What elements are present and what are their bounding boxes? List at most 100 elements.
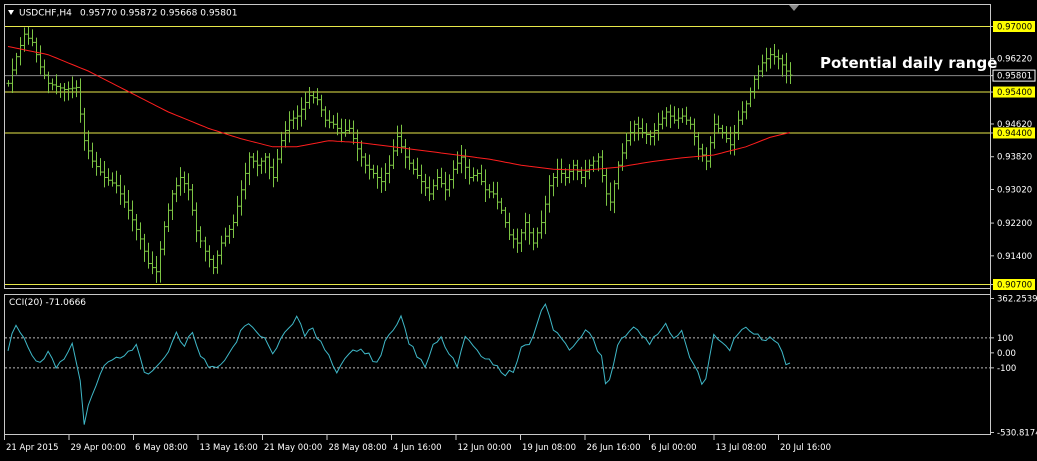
price-bar [563, 168, 568, 186]
price-bar [34, 37, 39, 63]
price-bar [219, 235, 224, 265]
price-bar [275, 148, 280, 182]
chart-window: 0.97000 0.96220 0.95801 0.95400 0.94620 0.944… [0, 0, 1037, 457]
price-bar [724, 126, 729, 143]
price-bar [784, 52, 789, 84]
price-bar [431, 179, 436, 200]
price-bar [708, 136, 713, 168]
price-bar [307, 86, 312, 109]
price-bar [668, 104, 673, 129]
price-bar [70, 76, 75, 99]
price-bar [267, 153, 272, 180]
price-bar [579, 166, 584, 184]
price-bar [130, 200, 135, 232]
price-bar [644, 123, 649, 145]
time-tick-label: 6 Jul 00:00 [651, 443, 697, 453]
price-bar [255, 150, 260, 177]
price-bar [616, 161, 621, 190]
price-bar [403, 138, 408, 169]
price-bar [423, 173, 428, 197]
price-bar [535, 227, 540, 248]
price-bar [319, 94, 324, 118]
price-bar [6, 80, 11, 87]
price-bar [740, 101, 745, 125]
price-bar [283, 121, 288, 148]
price-bar [407, 147, 412, 170]
cci-pane-frame [4, 294, 991, 435]
price-bar [263, 152, 268, 174]
scroll-marker-icon[interactable] [789, 5, 799, 11]
price-bar [134, 213, 139, 241]
price-bar [447, 174, 452, 197]
price-bar [499, 197, 504, 214]
price-bar [182, 171, 187, 193]
price-bar [439, 167, 444, 188]
price-bar [126, 189, 131, 220]
price-tick-label: 0.95801 [997, 72, 1032, 82]
price-bar [303, 91, 308, 120]
price-bar [680, 108, 685, 123]
price-bar [194, 202, 199, 243]
price-bar [86, 130, 91, 160]
price-bar [331, 115, 336, 129]
price-bar [555, 158, 560, 187]
ohlc-values: 0.95770 0.95872 0.95668 0.95801 [80, 9, 237, 19]
price-bar [355, 129, 360, 162]
price-bar [780, 54, 785, 77]
price-bar [523, 212, 528, 241]
price-bar [531, 227, 536, 251]
price-bar [203, 236, 208, 262]
price-bar [22, 27, 27, 52]
time-tick-label: 21 May 00:00 [264, 443, 322, 453]
price-tick-label: 0.93820 [997, 153, 1032, 163]
price-bar [704, 147, 709, 171]
price-tick-label: 0.92200 [997, 219, 1032, 229]
price-bar [351, 120, 356, 145]
moving-average-line [7, 46, 791, 171]
price-bar [391, 139, 396, 169]
price-bar [716, 115, 721, 134]
cci-tick-label: 100 [997, 334, 1013, 344]
price-bar [387, 155, 392, 184]
price-bar [543, 195, 548, 235]
price-bar [624, 132, 629, 160]
price-bar [519, 228, 524, 253]
price-bar [539, 210, 544, 239]
price-bar [636, 116, 641, 141]
price-bar [732, 125, 737, 156]
price-bar [503, 207, 508, 228]
price-bar [600, 150, 605, 183]
price-bar [14, 52, 19, 75]
price-bar [760, 54, 765, 78]
time-tick-label: 12 Jun 00:00 [458, 443, 512, 453]
price-bar [186, 173, 191, 201]
price-bar [339, 118, 344, 143]
price-bar [363, 153, 368, 174]
price-bar [367, 154, 372, 180]
price-bar [323, 106, 328, 128]
time-tick-label: 19 Jun 08:00 [522, 443, 576, 453]
chart-canvas[interactable]: 0.970000.962200.958010.954000.946200.944… [0, 0, 1037, 457]
price-bar [383, 163, 388, 192]
price-bar [459, 145, 464, 174]
price-bar [567, 164, 572, 184]
price-bar [720, 124, 725, 139]
price-bar [527, 214, 532, 245]
time-tick-label: 21 Apr 2015 [6, 443, 59, 453]
price-bar [419, 164, 424, 194]
price-bar [692, 118, 697, 146]
cci-series-line [7, 302, 791, 425]
price-bar [190, 183, 195, 216]
cci-title: CCI(20) -71.0666 [9, 298, 86, 308]
price-bar [479, 164, 484, 186]
price-bar [752, 75, 757, 99]
price-bar [74, 80, 79, 98]
triangle-down-icon[interactable] [8, 10, 14, 15]
price-bar [26, 26, 31, 45]
price-bar [491, 181, 496, 199]
price-bar [559, 158, 564, 184]
price-bar [46, 71, 51, 94]
price-bar [114, 170, 119, 194]
price-bar [150, 251, 155, 275]
price-bar [58, 83, 63, 98]
